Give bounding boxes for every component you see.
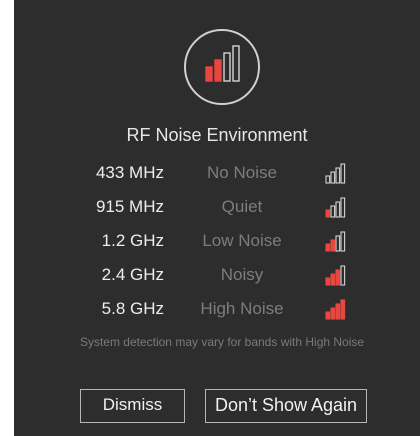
active-bar (330, 273, 336, 286)
noise-level-label: No Noise (207, 163, 277, 182)
noise-row: 915 MHz Quiet (14, 192, 420, 222)
frequency-label: 5.8 GHz (101, 299, 164, 318)
inactive-bar (330, 205, 336, 218)
inactive-bar (325, 175, 331, 184)
noise-row: 433 MHz No Noise (14, 158, 420, 188)
noise-row: 2.4 GHz Noisy (14, 260, 420, 290)
active-bar (325, 243, 331, 252)
signal-bars-icon (324, 229, 350, 258)
noise-level-label: Low Noise (202, 231, 282, 250)
dismiss-button[interactable]: Dismiss (80, 389, 185, 423)
active-bar (325, 209, 331, 218)
rf-noise-dialog: RF Noise Environment 433 MHz No Noise 91… (14, 0, 420, 436)
inactive-bar (340, 197, 346, 218)
noise-row: 5.8 GHz High Noise (14, 294, 420, 324)
signal-bars-icon (324, 263, 350, 292)
active-bar (325, 311, 331, 320)
inactive-bar (340, 231, 346, 252)
inactive-bar (340, 265, 346, 286)
active-bar (340, 299, 346, 320)
detection-note: System detection may vary for bands with… (79, 335, 365, 349)
noise-level-label: Noisy (220, 265, 264, 284)
inactive-bar (335, 201, 341, 218)
signal-bars-icon (324, 195, 350, 224)
active-bar (330, 307, 336, 320)
frequency-label: 915 MHz (95, 197, 164, 216)
active-bar (335, 303, 341, 320)
signal-bars-icon (324, 161, 350, 190)
active-bar (335, 269, 341, 286)
inactive-bar (330, 171, 336, 184)
inactive-bar (340, 163, 346, 184)
frequency-label: 1.2 GHz (101, 231, 164, 250)
frequency-label: 433 MHz (95, 163, 164, 182)
signal-strength-icon (184, 29, 260, 105)
signal-bars-icon (324, 297, 350, 326)
noise-level-label: High Noise (200, 299, 284, 318)
inactive-bar (335, 167, 341, 184)
active-bar (330, 239, 336, 252)
noise-row: 1.2 GHz Low Noise (14, 226, 420, 256)
dont-show-again-button[interactable]: Don’t Show Again (205, 389, 367, 423)
frequency-label: 2.4 GHz (101, 265, 164, 284)
dialog-title: RF Noise Environment (126, 125, 308, 145)
inactive-bar (335, 235, 341, 252)
active-bar (325, 277, 331, 286)
noise-level-label: Quiet (221, 197, 263, 216)
